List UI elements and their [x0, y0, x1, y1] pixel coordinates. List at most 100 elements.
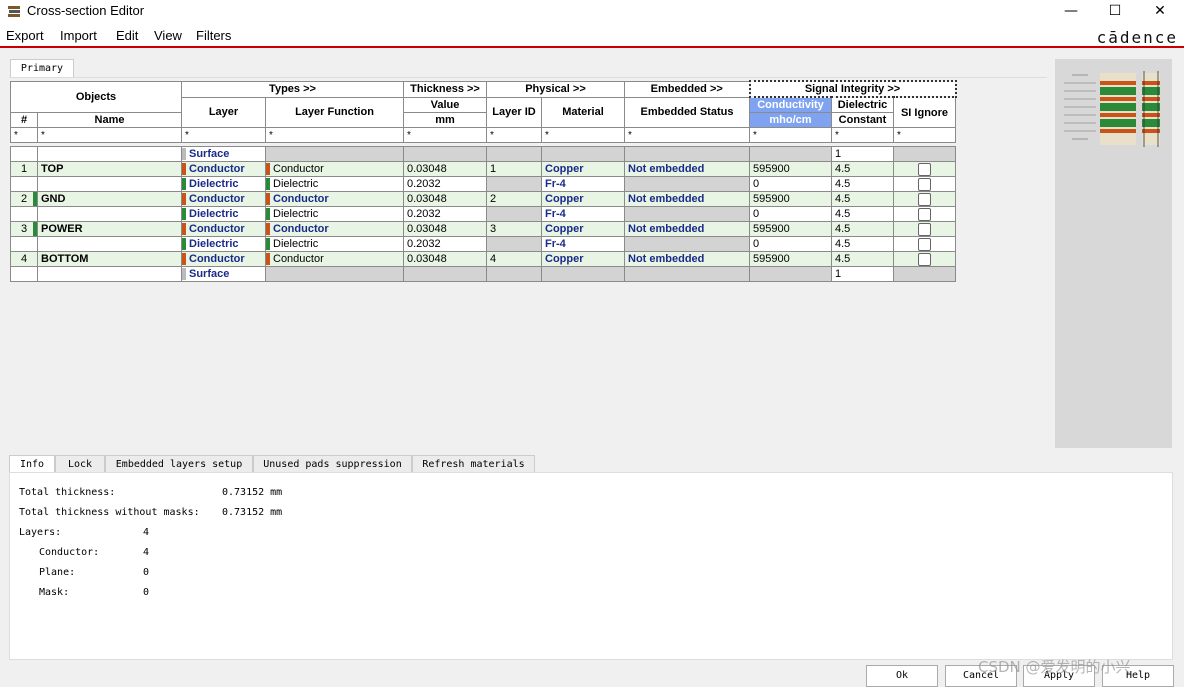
row-dielectric[interactable]: 1 — [831, 266, 894, 282]
tab-primary[interactable]: Primary — [10, 59, 74, 78]
filter-cell[interactable]: * — [541, 127, 625, 143]
si-ignore-checkbox[interactable] — [918, 252, 931, 266]
table-row[interactable]: Dielectric Dielectric 0.2032 Fr-4 0 4.5 — [10, 236, 956, 252]
filter-cell[interactable]: * — [10, 127, 38, 143]
row-function[interactable]: Dielectric — [265, 236, 404, 252]
filter-cell[interactable]: * — [831, 127, 894, 143]
table-row[interactable]: Surface 1 — [10, 266, 956, 282]
row-dielectric[interactable]: 4.5 — [831, 221, 894, 237]
header-physical[interactable]: Physical >> — [486, 80, 625, 98]
row-layer[interactable]: Conductor — [181, 221, 266, 237]
maximize-icon[interactable]: ☐ — [1092, 0, 1138, 22]
filter-cell[interactable]: * — [403, 127, 487, 143]
row-dielectric[interactable]: 4.5 — [831, 191, 894, 207]
row-conductivity[interactable]: 0 — [749, 206, 832, 222]
row-material[interactable]: Copper — [541, 251, 625, 267]
row-name[interactable]: POWER — [37, 221, 182, 237]
row-layer[interactable]: Dielectric — [181, 236, 266, 252]
table-row[interactable]: 1 TOP Conductor Conductor 0.03048 1 Copp… — [10, 161, 956, 177]
table-row[interactable]: 2 GND Conductor Conductor 0.03048 2 Copp… — [10, 191, 956, 207]
row-si-ignore[interactable] — [893, 236, 956, 252]
minimize-icon[interactable]: — — [1048, 0, 1094, 22]
row-name[interactable]: GND — [37, 191, 182, 207]
row-name[interactable] — [37, 236, 182, 252]
row-material[interactable]: Fr-4 — [541, 236, 625, 252]
row-si-ignore[interactable] — [893, 206, 956, 222]
row-function[interactable]: Conductor — [265, 221, 404, 237]
row-material[interactable]: Fr-4 — [541, 176, 625, 192]
filter-cell[interactable]: * — [893, 127, 956, 143]
row-conductivity[interactable]: 0 — [749, 176, 832, 192]
row-si-ignore[interactable] — [893, 221, 956, 237]
row-embedded[interactable]: Not embedded — [624, 251, 750, 267]
header-embedded[interactable]: Embedded >> — [624, 80, 750, 98]
row-dielectric[interactable]: 4.5 — [831, 161, 894, 177]
si-ignore-checkbox[interactable] — [918, 162, 931, 176]
row-conductivity[interactable]: 595900 — [749, 251, 832, 267]
row-thickness[interactable]: 0.2032 — [403, 236, 487, 252]
row-conductivity[interactable]: 595900 — [749, 221, 832, 237]
row-layer[interactable]: Dielectric — [181, 176, 266, 192]
si-ignore-checkbox[interactable] — [918, 207, 931, 221]
row-function[interactable]: Dielectric — [265, 176, 404, 192]
filter-cell[interactable]: * — [624, 127, 750, 143]
row-si-ignore[interactable] — [893, 251, 956, 267]
row-layer[interactable]: Conductor — [181, 191, 266, 207]
row-function[interactable]: Conductor — [265, 161, 404, 177]
row-name[interactable]: TOP — [37, 161, 182, 177]
row-name[interactable] — [37, 176, 182, 192]
table-row[interactable]: 4 BOTTOM Conductor Conductor 0.03048 4 C… — [10, 251, 956, 267]
row-name[interactable]: BOTTOM — [37, 251, 182, 267]
menu-filters[interactable]: Filters — [196, 28, 231, 43]
row-name[interactable] — [37, 206, 182, 222]
menu-import[interactable]: Import — [60, 28, 97, 43]
filter-cell[interactable]: * — [37, 127, 182, 143]
row-embedded[interactable]: Not embedded — [624, 191, 750, 207]
table-row[interactable]: Surface 1 — [10, 146, 956, 162]
menu-edit[interactable]: Edit — [116, 28, 138, 43]
row-thickness[interactable]: 0.03048 — [403, 221, 487, 237]
si-ignore-checkbox[interactable] — [918, 192, 931, 206]
row-thickness[interactable]: 0.2032 — [403, 176, 487, 192]
row-thickness[interactable]: 0.2032 — [403, 206, 487, 222]
header-signal-integrity[interactable]: Signal Integrity >> — [748, 80, 957, 98]
row-function[interactable]: Dielectric — [265, 206, 404, 222]
menu-export[interactable]: Export — [6, 28, 44, 43]
row-layer-id[interactable]: 2 — [486, 191, 542, 207]
row-layer[interactable]: Surface — [181, 266, 266, 282]
row-layer[interactable]: Conductor — [181, 251, 266, 267]
menu-view[interactable]: View — [154, 28, 182, 43]
row-name[interactable] — [37, 146, 182, 162]
row-layer-id[interactable]: 1 — [486, 161, 542, 177]
row-function[interactable]: Conductor — [265, 191, 404, 207]
filter-cell[interactable]: * — [265, 127, 404, 143]
row-thickness[interactable]: 0.03048 — [403, 161, 487, 177]
row-layer-id[interactable]: 3 — [486, 221, 542, 237]
row-function[interactable]: Conductor — [265, 251, 404, 267]
row-material[interactable]: Copper — [541, 221, 625, 237]
row-layer-id[interactable]: 4 — [486, 251, 542, 267]
table-row[interactable]: Dielectric Dielectric 0.2032 Fr-4 0 4.5 — [10, 206, 956, 222]
row-conductivity[interactable]: 595900 — [749, 161, 832, 177]
row-dielectric[interactable]: 1 — [831, 146, 894, 162]
row-dielectric[interactable]: 4.5 — [831, 176, 894, 192]
ok-button[interactable]: Ok — [866, 665, 938, 687]
row-conductivity[interactable]: 595900 — [749, 191, 832, 207]
row-si-ignore[interactable] — [893, 191, 956, 207]
row-material[interactable]: Copper — [541, 191, 625, 207]
row-conductivity[interactable]: 0 — [749, 236, 832, 252]
row-si-ignore[interactable] — [893, 161, 956, 177]
filter-cell[interactable]: * — [749, 127, 832, 143]
row-material[interactable]: Copper — [541, 161, 625, 177]
si-ignore-checkbox[interactable] — [918, 237, 931, 251]
row-dielectric[interactable]: 4.5 — [831, 206, 894, 222]
row-layer[interactable]: Surface — [181, 146, 266, 162]
close-icon[interactable]: ✕ — [1137, 0, 1183, 22]
row-layer[interactable]: Dielectric — [181, 206, 266, 222]
row-embedded[interactable]: Not embedded — [624, 161, 750, 177]
filter-cell[interactable]: * — [486, 127, 542, 143]
row-dielectric[interactable]: 4.5 — [831, 251, 894, 267]
filter-cell[interactable]: * — [181, 127, 266, 143]
table-row[interactable]: Dielectric Dielectric 0.2032 Fr-4 0 4.5 — [10, 176, 956, 192]
header-types[interactable]: Types >> — [181, 80, 404, 98]
